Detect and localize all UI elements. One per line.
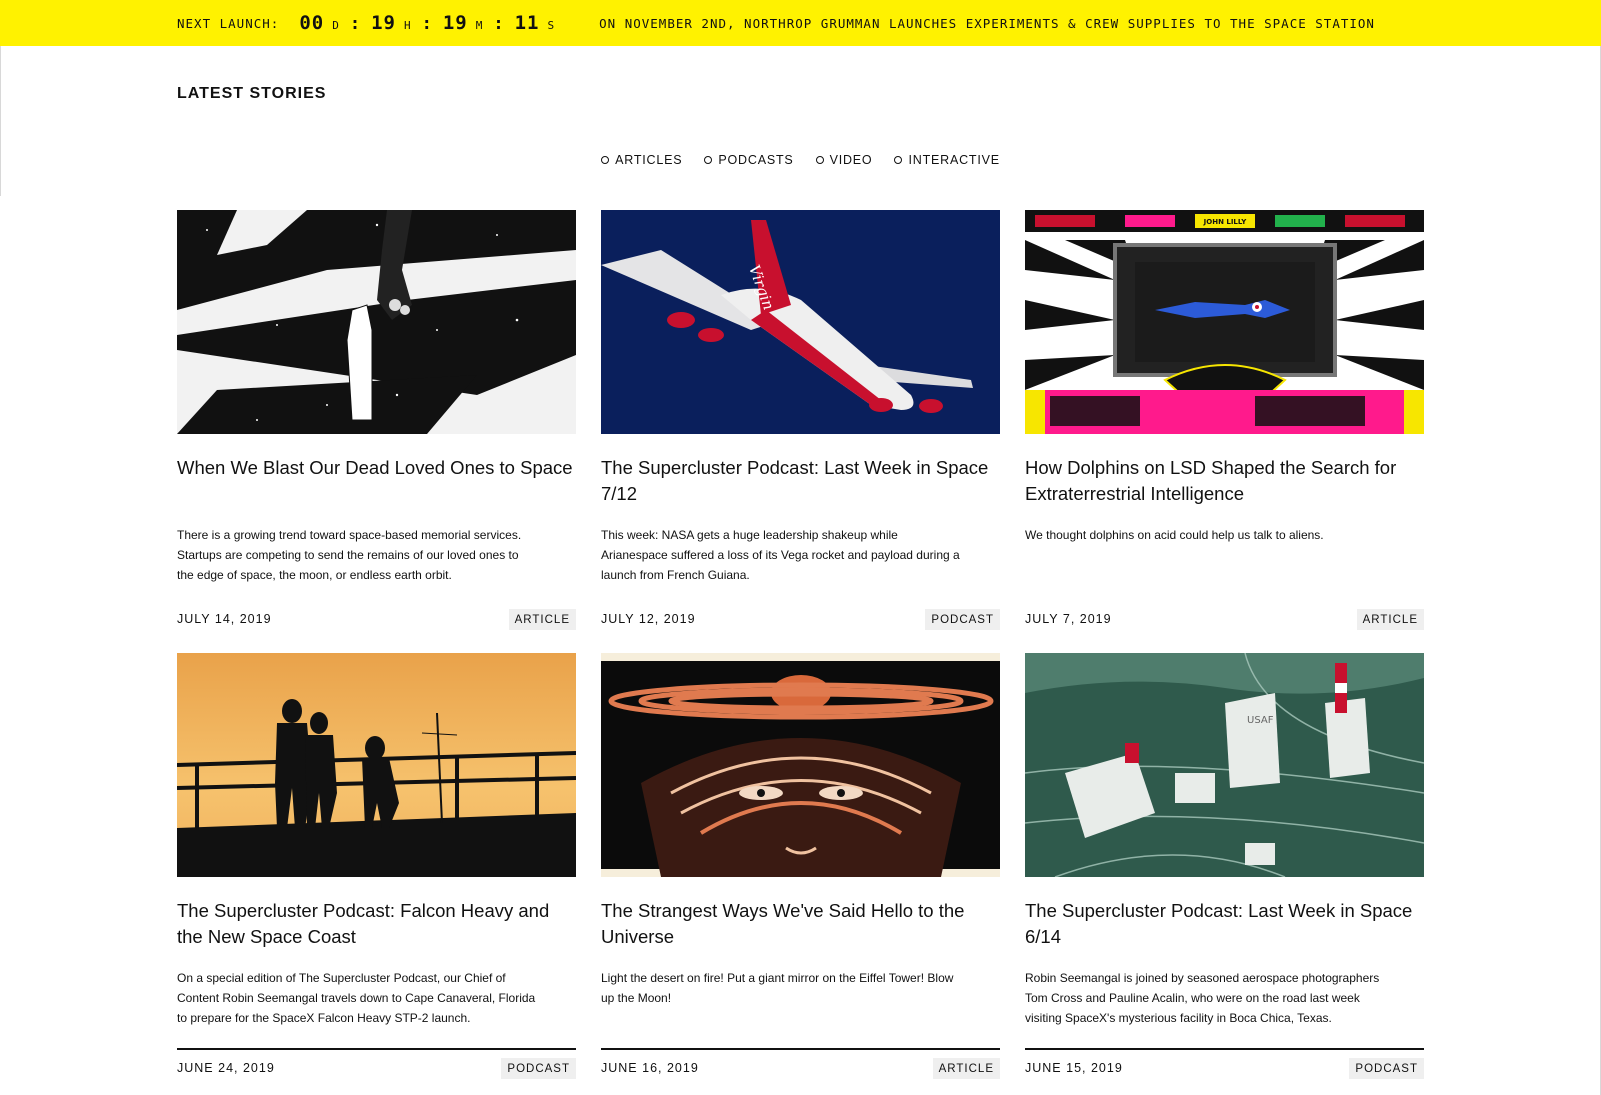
story-card[interactable]: The Supercluster Podcast: Falcon Heavy a… [177, 653, 576, 1082]
filter-interactive[interactable]: INTERACTIVE [894, 153, 999, 167]
countdown-seconds: 11 [514, 12, 540, 34]
story-type-badge[interactable]: ARTICLE [508, 608, 576, 630]
filter-label: ARTICLES [615, 153, 683, 167]
story-date: JUNE 15, 2019 [1025, 1061, 1123, 1075]
story-meta: JULY 12, 2019 PODCAST [601, 605, 1000, 633]
filter-label: PODCASTS [718, 153, 794, 167]
radio-circle-icon [815, 156, 824, 164]
story-card[interactable]: JOHN LILLY How Dolphins on LSD Shaped th… [1025, 210, 1424, 633]
story-card[interactable]: The Strangest Ways We've Said Hello to t… [601, 653, 1000, 1082]
filter-articles[interactable]: ARTICLES [601, 153, 682, 167]
filter-label: VIDEO [829, 153, 873, 167]
story-title[interactable]: The Supercluster Podcast: Falcon Heavy a… [177, 898, 576, 968]
countdown-minutes-unit: M [475, 19, 484, 32]
story-title[interactable]: The Supercluster Podcast: Last Week in S… [601, 455, 1000, 525]
story-description: Robin Seemangal is joined by seasoned ae… [1025, 971, 1380, 1025]
story-description: Light the desert on fire! Put a giant mi… [601, 971, 954, 1005]
story-meta: JUNE 15, 2019 PODCAST [1025, 1054, 1424, 1082]
story-type-badge[interactable]: PODCAST [925, 608, 1000, 630]
radio-circle-icon [601, 156, 610, 164]
story-description: There is a growing trend toward space-ba… [177, 528, 522, 582]
john-lilly-psychedelic-illustration: JOHN LILLY [1025, 210, 1424, 434]
countdown-hours: 19 [371, 12, 396, 34]
radio-circle-icon [894, 156, 903, 164]
filter-label: INTERACTIVE [908, 153, 1000, 167]
story-filters: ARTICLES PODCASTS VIDEO INTERACTIVE [0, 153, 1601, 167]
story-meta: JULY 14, 2019 ARTICLE [177, 605, 576, 633]
page-edge-left [0, 46, 1, 196]
story-date: JULY 7, 2019 [1025, 612, 1112, 626]
story-title[interactable]: When We Blast Our Dead Loved Ones to Spa… [177, 455, 576, 525]
countdown-separator: : [421, 14, 433, 34]
story-thumbnail[interactable]: Virgin [601, 210, 1000, 434]
story-card[interactable]: Virgin The Supercluster Podcast: Last We… [601, 210, 1000, 633]
launch-site-collage: USAF [1025, 653, 1424, 877]
countdown-days-unit: D [332, 19, 340, 32]
launch-news-link[interactable]: ON NOVEMBER 2ND, NORTHROP GRUMMAN LAUNCH… [599, 16, 1375, 31]
story-date: JULY 12, 2019 [601, 612, 696, 626]
silhouettes-at-sunset [177, 653, 576, 877]
story-thumbnail[interactable] [601, 653, 1000, 877]
story-description: This week: NASA gets a huge leadership s… [601, 528, 960, 582]
story-thumbnail[interactable]: JOHN LILLY [1025, 210, 1424, 434]
radio-circle-icon [704, 156, 713, 164]
filter-video[interactable]: VIDEO [815, 153, 873, 167]
card-divider [1025, 1048, 1424, 1050]
countdown-seconds-unit: S [547, 19, 556, 32]
countdown-separator: : [493, 14, 505, 34]
building-label-text: USAF [1247, 715, 1274, 726]
story-date: JULY 14, 2019 [177, 612, 272, 626]
countdown-hours-unit: H [403, 19, 412, 32]
story-card[interactable]: When We Blast Our Dead Loved Ones to Spa… [177, 210, 576, 633]
story-type-badge[interactable]: ARTICLE [932, 1057, 1000, 1079]
story-description: We thought dolphins on acid could help u… [1025, 528, 1324, 542]
illustration-label-text: JOHN LILLY [1203, 218, 1248, 226]
story-card[interactable]: USAF The Supercluster Podcast: Last Week… [1025, 653, 1424, 1082]
section-title: LATEST STORIES [177, 85, 327, 102]
story-thumbnail[interactable]: USAF [1025, 653, 1424, 877]
virgin-747-airplane: Virgin [601, 210, 1000, 434]
launch-countdown: 00 D : 19 H : 19 M : 11 S [299, 12, 565, 34]
story-thumbnail[interactable] [177, 653, 576, 877]
story-title[interactable]: The Strangest Ways We've Said Hello to t… [601, 898, 1000, 968]
filter-podcasts[interactable]: PODCASTS [704, 153, 793, 167]
story-date: JUNE 16, 2019 [601, 1061, 699, 1075]
story-title[interactable]: How Dolphins on LSD Shaped the Search fo… [1025, 455, 1424, 525]
story-date: JUNE 24, 2019 [177, 1061, 275, 1075]
hands-reaching-space-illustration [177, 210, 576, 434]
countdown-separator: : [349, 14, 362, 34]
next-launch-label: NEXT LAUNCH: [177, 15, 280, 31]
story-type-badge[interactable]: PODCAST [501, 1057, 576, 1079]
story-type-badge[interactable]: ARTICLE [1356, 608, 1424, 630]
story-meta: JUNE 16, 2019 ARTICLE [601, 1054, 1000, 1082]
story-type-badge[interactable]: PODCAST [1349, 1057, 1424, 1079]
card-divider [177, 1048, 576, 1050]
ringed-planet-face-illustration [601, 653, 1000, 877]
story-description: On a special edition of The Supercluster… [177, 971, 536, 1025]
story-thumbnail[interactable] [177, 210, 576, 434]
story-title[interactable]: The Supercluster Podcast: Last Week in S… [1025, 898, 1424, 968]
countdown-minutes: 19 [442, 12, 468, 34]
story-meta: JULY 7, 2019 ARTICLE [1025, 605, 1424, 633]
card-divider [601, 1048, 1000, 1050]
countdown-days: 00 [299, 12, 325, 34]
next-launch-banner[interactable]: NEXT LAUNCH: 00 D : 19 H : 19 M : 11 S O… [0, 0, 1601, 46]
story-meta: JUNE 24, 2019 PODCAST [177, 1054, 576, 1082]
